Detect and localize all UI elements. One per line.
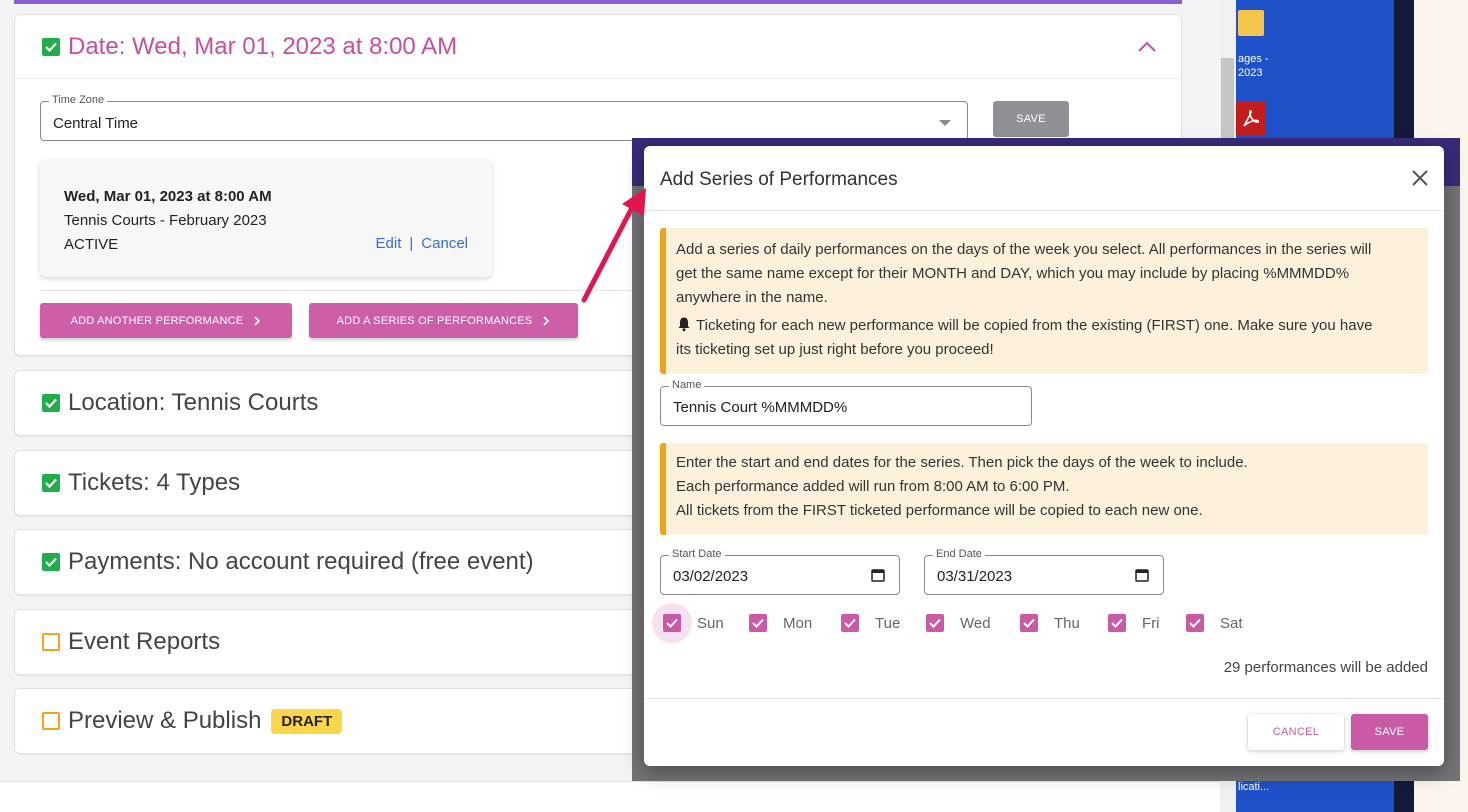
top-accent-bar [14,0,1182,4]
info-line: Each performance added will run from 8:0… [676,478,1070,495]
chevron-up-icon[interactable] [1137,39,1157,53]
add-series-button[interactable]: ADD A SERIES OF PERFORMANCES [309,303,578,338]
checked-icon [42,394,60,412]
add-series-label: ADD A SERIES OF PERFORMANCES [336,314,533,327]
ticketing-note: Ticketing for each new performance will … [676,314,1416,338]
location-section-title: Location: Tennis Courts [68,389,319,416]
day-checkbox-tue[interactable]: Tue [841,614,900,632]
draft-badge: DRAFT [271,708,343,734]
info-line: get the same name except for their MONTH… [676,265,1350,282]
date-section-title: Date: Wed, Mar 01, 2023 at 8:00 AM [68,32,458,60]
preview-publish-section-title: Preview & Publish [68,707,262,734]
page-bottom-strip [0,781,1220,812]
timezone-select[interactable]: Time Zone Central Time [40,94,968,141]
taskbar-caption: licati... [1238,781,1270,793]
dialog-title: Add Series of Performances [660,169,898,190]
checkbox-checked-icon [663,614,681,632]
timezone-value: Central Time [53,115,139,132]
day-label: Thu [1054,614,1080,632]
chevron-right-icon [543,315,550,326]
folder-icon[interactable] [1238,10,1264,36]
bell-icon [678,317,690,332]
timezone-label: Time Zone [49,94,108,106]
day-checkbox-sat[interactable]: Sat [1186,614,1243,632]
day-label: Mon [783,614,813,632]
calendar-icon[interactable] [871,568,885,582]
performance-datetime: Wed, Mar 01, 2023 at 8:00 AM [64,188,272,205]
end-date-value: 03/31/2023 [937,568,1013,585]
checkbox-checked-icon [749,614,767,632]
cancel-link[interactable]: Cancel [421,235,468,252]
event-reports-section-title: Event Reports [68,628,221,655]
checkbox-checked-icon [1108,614,1126,632]
annotation-arrow-icon [581,188,646,303]
checkbox-checked-icon [841,614,859,632]
performance-card: Wed, Mar 01, 2023 at 8:00 AM Tennis Cour… [40,159,492,277]
day-checkbox-wed[interactable]: Wed [926,614,991,632]
day-checkbox-fri[interactable]: Fri [1108,614,1160,632]
start-date-label: Start Date [669,548,725,560]
series-info-notice: Add a series of daily performances on th… [660,228,1428,374]
info-line: Add a series of daily performances on th… [676,241,1372,258]
day-label: Sun [697,614,724,632]
calendar-icon[interactable] [1135,568,1149,582]
date-section-header[interactable]: Date: Wed, Mar 01, 2023 at 8:00 AM [15,15,1181,79]
pdf-icon[interactable] [1236,102,1266,136]
checkbox-checked-icon [1020,614,1038,632]
checkbox-checked-icon [1186,614,1204,632]
performance-name: Tennis Courts - February 2023 [64,212,267,229]
day-label: Tue [875,614,901,632]
info-line: Ticketing for each new performance will … [696,317,1373,334]
info-line: All tickets from the FIRST ticketed perf… [676,502,1203,519]
end-date-label: End Date [933,548,985,560]
payments-section-title: Payments: No account required (free even… [68,548,534,575]
add-series-dialog: Add Series of Performances Add a series … [644,146,1444,766]
scrollbar-thumb[interactable] [1221,58,1234,138]
info-line: its ticketing set up just right before y… [676,341,994,358]
unchecked-icon [42,712,60,730]
dropdown-caret-icon [939,120,951,126]
tickets-section-title: Tickets: 4 Types [68,469,241,496]
day-label: Wed [960,614,991,632]
day-checkbox-thu[interactable]: Thu [1020,614,1080,632]
save-button[interactable]: SAVE [1351,714,1428,750]
series-name-input[interactable]: Name Tennis Court %MMMDD% [660,379,1032,426]
performance-actions: Edit | Cancel [376,232,468,256]
edit-link[interactable]: Edit [376,235,402,252]
link-separator: | [409,235,414,252]
dialog-header-divider [644,210,1444,211]
performance-count: 29 performances will be added [1223,659,1428,676]
dialog-footer-divider [644,698,1444,699]
checked-icon [42,553,60,571]
add-another-label: ADD ANOTHER PERFORMANCE [70,314,244,327]
day-label: Sat [1220,614,1243,632]
name-label: Name [669,379,705,391]
start-date-value: 03/02/2023 [673,568,749,585]
checkbox-checked-icon [926,614,944,632]
start-date-input[interactable]: Start Date 03/02/2023 [660,548,900,595]
day-label: Fri [1142,614,1160,632]
add-another-performance-button[interactable]: ADD ANOTHER PERFORMANCE [40,303,292,338]
day-checkbox-mon[interactable]: Mon [749,614,812,632]
folder-caption: ages - 2023 [1238,53,1269,79]
cancel-button[interactable]: CANCEL [1248,714,1344,750]
info-line: anywhere in the name. [676,289,828,306]
unchecked-icon [42,633,60,651]
series-name-value: Tennis Court %MMMDD% [673,399,848,416]
checked-icon [42,37,60,56]
close-icon[interactable] [1410,168,1430,188]
date-info-notice: Enter the start and end dates for the se… [660,443,1428,535]
end-date-input[interactable]: End Date 03/31/2023 [924,548,1164,595]
checked-icon [42,474,60,492]
day-checkbox-sun[interactable]: Sun [663,614,724,632]
timezone-save-button[interactable]: SAVE [993,101,1069,137]
chevron-right-icon [254,315,261,326]
info-line: Enter the start and end dates for the se… [676,454,1248,471]
